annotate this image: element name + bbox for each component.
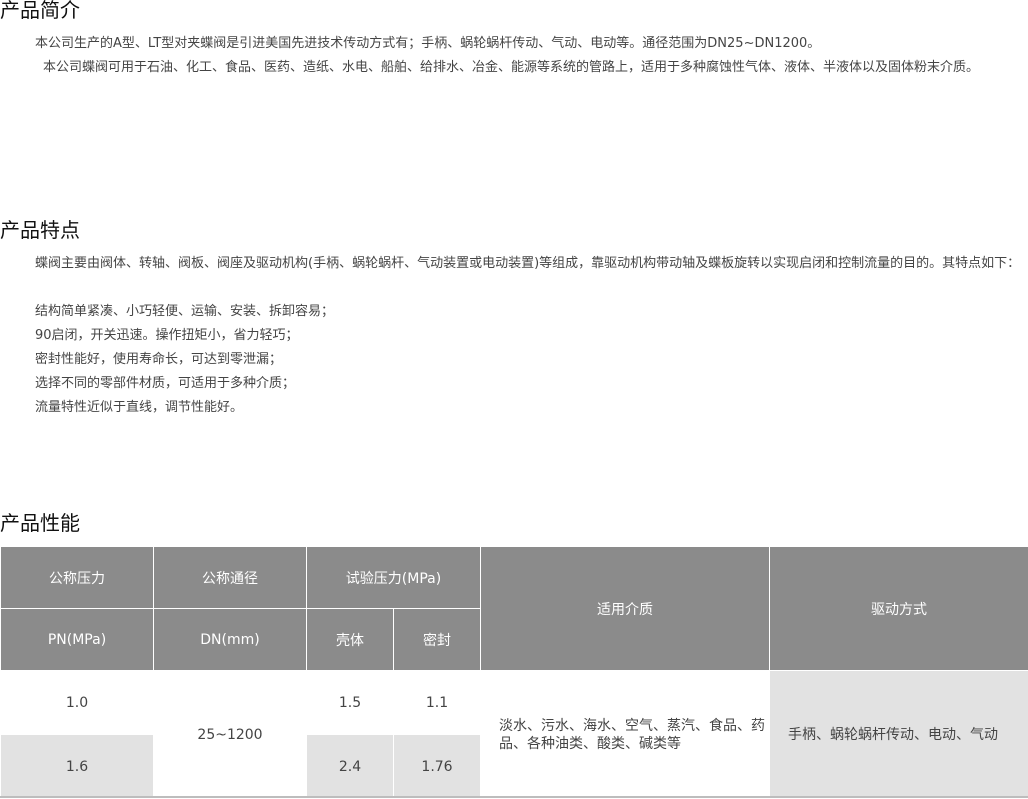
intro-title: 产品简介	[0, 0, 80, 22]
cell-pn: 1.6	[1, 735, 154, 799]
header-pn-unit: PN(MPa)	[1, 609, 154, 671]
cell-dn-range: 25~1200	[154, 671, 307, 799]
feature-item: 结构简单紧凑、小巧轻便、运输、安装、拆卸容易；	[35, 300, 334, 324]
feature-item: 流量特性近似于直线，调节性能好。	[35, 396, 243, 420]
table-row: 1.0 25~1200 1.5 1.1 淡水、污水、海水、空气、蒸汽、食品、药品…	[1, 671, 1028, 735]
feature-item: 选择不同的零部件材质，可适用于多种介质；	[35, 372, 295, 396]
intro-paragraph-2: 本公司蝶阀可用于石油、化工、食品、医药、造纸、水电、船舶、给排水、冶金、能源等系…	[0, 56, 1028, 80]
header-medium: 适用介质	[481, 547, 770, 671]
header-nominal-pressure: 公称压力	[1, 547, 154, 609]
header-seal: 密封	[394, 609, 481, 671]
performance-table: 公称压力 公称通径 试验压力(MPa) 适用介质 驱动方式 PN(MPa) DN…	[0, 546, 1028, 799]
cell-drive: 手柄、蜗轮蜗杆传动、电动、气动	[770, 671, 1028, 799]
cell-seal: 1.76	[394, 735, 481, 799]
cell-medium: 淡水、污水、海水、空气、蒸汽、食品、药品、各种油类、酸类、碱类等	[481, 671, 770, 799]
cell-shell: 2.4	[307, 735, 394, 799]
intro-p1-text: 本公司生产的A型、LT型对夹蝶阀是引进美国先进技术传动方式有；手柄、蜗轮蜗杆传动…	[0, 36, 820, 51]
header-drive: 驱动方式	[770, 547, 1028, 671]
header-dn-unit: DN(mm)	[154, 609, 307, 671]
intro-paragraph-1: 本公司生产的A型、LT型对夹蝶阀是引进美国先进技术传动方式有；手柄、蜗轮蜗杆传动…	[0, 32, 1028, 56]
header-nominal-diameter: 公称通径	[154, 547, 307, 609]
feature-item: 密封性能好，使用寿命长，可达到零泄漏；	[35, 348, 282, 372]
features-title: 产品特点	[0, 218, 80, 242]
features-paragraph: 蝶阀主要由阀体、转轴、阀板、阀座及驱动机构(手柄、蜗轮蜗杆、气动装置或电动装置)…	[0, 252, 1028, 276]
cell-pn: 1.0	[1, 671, 154, 735]
header-shell: 壳体	[307, 609, 394, 671]
performance-title: 产品性能	[0, 511, 80, 535]
header-test-pressure: 试验压力(MPa)	[307, 547, 481, 609]
table-header-row: 公称压力 公称通径 试验压力(MPa) 适用介质 驱动方式	[1, 547, 1028, 609]
cell-shell: 1.5	[307, 671, 394, 735]
feature-item: 90启闭，开关迅速。操作扭矩小，省力轻巧；	[35, 324, 299, 348]
cell-seal: 1.1	[394, 671, 481, 735]
